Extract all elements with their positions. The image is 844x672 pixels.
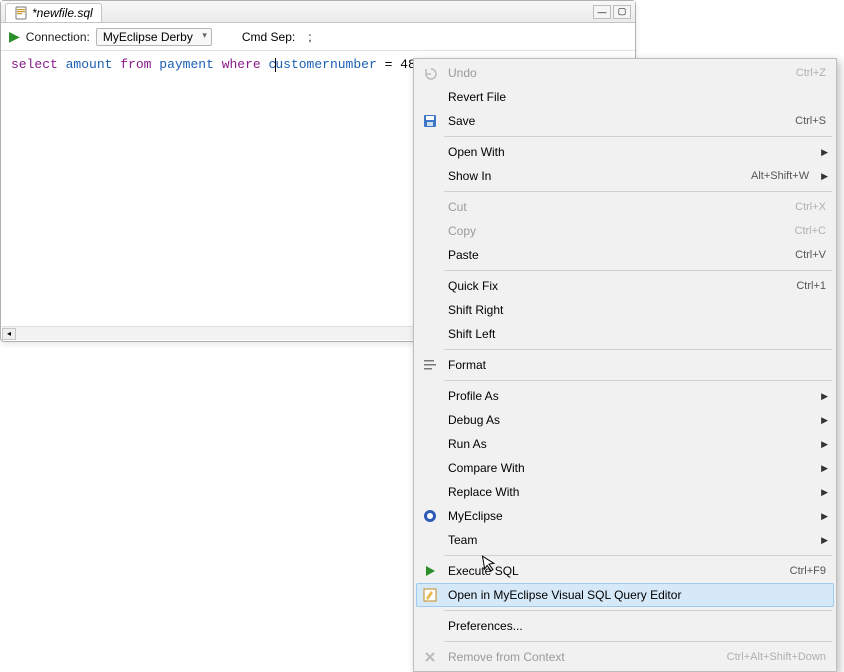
editor-toolbar: ▶ Connection: MyEclipse Derby Cmd Sep: ;: [1, 23, 635, 51]
menu-show-in[interactable]: Show In Alt+Shift+W▶: [416, 164, 834, 188]
tab-bar: *newfile.sql — ▢: [1, 1, 635, 23]
submenu-arrow-icon: ▶: [811, 535, 828, 546]
menu-shift-left[interactable]: Shift Left: [416, 322, 834, 346]
submenu-arrow-icon: ▶: [811, 147, 828, 158]
connection-label: Connection:: [26, 30, 90, 44]
menu-run-as[interactable]: Run As▶: [416, 432, 834, 456]
submenu-arrow-icon: ▶: [811, 463, 828, 474]
menu-save[interactable]: Save Ctrl+S: [416, 109, 834, 133]
menu-paste[interactable]: PasteCtrl+V: [416, 243, 834, 267]
submenu-arrow-icon: ▶: [811, 511, 828, 522]
menu-undo: Undo Ctrl+Z: [416, 61, 834, 85]
connection-select[interactable]: MyEclipse Derby: [96, 28, 212, 46]
menu-execute-sql[interactable]: Execute SQLCtrl+F9: [416, 559, 834, 583]
remove-context-icon: [418, 651, 442, 663]
menu-team[interactable]: Team▶: [416, 528, 834, 552]
menu-remove-from-context: Remove from ContextCtrl+Alt+Shift+Down: [416, 645, 834, 669]
menu-compare-with[interactable]: Compare With▶: [416, 456, 834, 480]
menu-cut: CutCtrl+X: [416, 195, 834, 219]
submenu-arrow-icon: ▶: [811, 391, 828, 402]
save-icon: [418, 114, 442, 128]
menu-open-visual-sql-editor[interactable]: Open in MyEclipse Visual SQL Query Edito…: [416, 583, 834, 607]
menu-format[interactable]: Format: [416, 353, 834, 377]
menu-shift-right[interactable]: Shift Right: [416, 298, 834, 322]
submenu-arrow-icon: ▶: [811, 171, 828, 182]
menu-profile-as[interactable]: Profile As▶: [416, 384, 834, 408]
visual-editor-icon: [418, 588, 442, 602]
run-icon[interactable]: ▶: [9, 28, 20, 45]
submenu-arrow-icon: ▶: [811, 415, 828, 426]
minimize-button[interactable]: —: [593, 5, 611, 19]
file-tab[interactable]: *newfile.sql: [5, 3, 102, 22]
menu-quick-fix[interactable]: Quick FixCtrl+1: [416, 274, 834, 298]
undo-icon: [418, 66, 442, 80]
menu-preferences[interactable]: Preferences...: [416, 614, 834, 638]
menu-replace-with[interactable]: Replace With▶: [416, 480, 834, 504]
menu-open-with[interactable]: Open With▶: [416, 140, 834, 164]
menu-revert-file[interactable]: Revert File: [416, 85, 834, 109]
sql-file-icon: [14, 6, 28, 20]
cmdsep-label: Cmd Sep:: [242, 30, 295, 44]
submenu-arrow-icon: ▶: [811, 487, 828, 498]
maximize-button[interactable]: ▢: [613, 5, 631, 19]
submenu-arrow-icon: ▶: [811, 439, 828, 450]
window-controls: — ▢: [593, 5, 631, 19]
myeclipse-icon: [418, 509, 442, 523]
execute-icon: [418, 565, 442, 577]
tab-title: *newfile.sql: [32, 6, 93, 20]
scroll-left-arrow[interactable]: ◂: [2, 328, 16, 340]
menu-myeclipse[interactable]: MyEclipse▶: [416, 504, 834, 528]
format-icon: [418, 358, 442, 372]
context-menu: Undo Ctrl+Z Revert File Save Ctrl+S Open…: [413, 58, 837, 672]
cmdsep-input[interactable]: ;: [301, 28, 321, 46]
menu-debug-as[interactable]: Debug As▶: [416, 408, 834, 432]
menu-copy: CopyCtrl+C: [416, 219, 834, 243]
